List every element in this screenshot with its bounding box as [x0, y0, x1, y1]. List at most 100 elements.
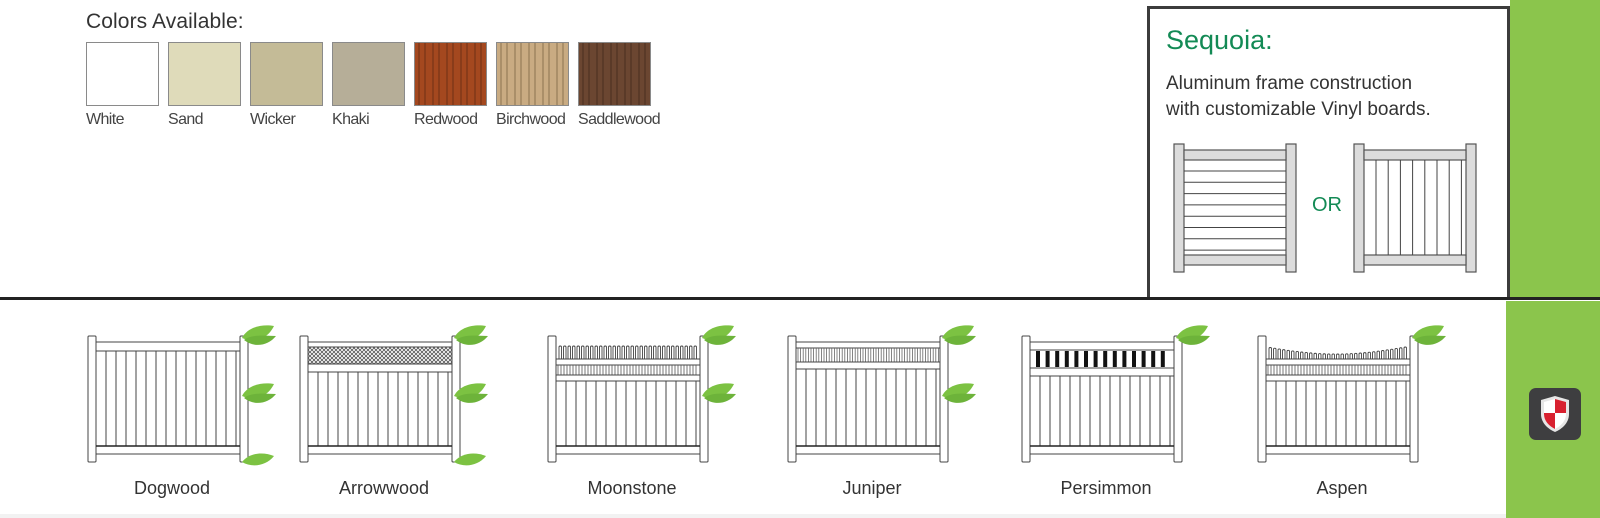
- picket: [558, 345, 562, 361]
- fence-style-persimmon[interactable]: Persimmon: [1016, 320, 1216, 510]
- bottom-rail: [1265, 445, 1411, 455]
- leaf-icon: [1176, 325, 1210, 345]
- fence-style-moonstone[interactable]: Moonstone: [542, 320, 742, 510]
- color-swatch-khaki: [332, 42, 405, 106]
- mid-rail: [555, 374, 701, 382]
- fence-style-label: Persimmon: [1060, 478, 1152, 498]
- picket: [572, 345, 576, 361]
- shield-badge-button[interactable]: [1529, 388, 1581, 440]
- fence-illustration: [1021, 325, 1210, 463]
- bottom-rail: [795, 445, 941, 455]
- picket: [603, 345, 607, 361]
- top-rail: [1029, 341, 1175, 351]
- picket: [671, 345, 675, 361]
- fence-style-arrowwood[interactable]: Arrowwood: [294, 320, 494, 510]
- fence-styles-row: Dogwood Arrowwood Moonstone Juniper Persimmo…: [0, 320, 1506, 510]
- picket: [657, 345, 661, 361]
- mid-rail: [1265, 358, 1411, 366]
- fence-style-aspen[interactable]: Aspen: [1252, 320, 1452, 510]
- color-swatch-redwood: [414, 42, 487, 106]
- color-swatch-label: Sand: [168, 111, 204, 128]
- picket: [689, 345, 693, 361]
- mid-rail: [307, 363, 453, 373]
- color-swatches: White Sand Wicker Khaki Redwood Birchwood Sadd…: [86, 42, 661, 129]
- color-swatch-item: White: [86, 42, 168, 129]
- picket: [1399, 347, 1403, 361]
- post: [787, 335, 797, 463]
- picket: [1268, 347, 1272, 361]
- fence-style-label: Dogwood: [133, 478, 211, 498]
- picket: [666, 345, 670, 361]
- color-swatch-label: Redwood: [414, 111, 478, 128]
- post: [1021, 335, 1031, 463]
- color-swatch-sand: [168, 42, 241, 106]
- color-swatch-label: Birchwood: [496, 111, 566, 128]
- sequoia-title: Sequoia:: [1166, 25, 1273, 55]
- fence-style-dogwood[interactable]: Dogwood: [82, 320, 282, 510]
- mid-rail: [795, 361, 941, 370]
- fence-illustration: [787, 325, 976, 463]
- leaf-icon: [702, 325, 736, 345]
- bottom-rail: [555, 445, 701, 455]
- picket: [581, 345, 585, 361]
- picket: [662, 345, 666, 361]
- fence-style-label: Aspen: [1316, 478, 1368, 498]
- color-swatch-label: Saddlewood: [578, 111, 661, 128]
- fence-style-label: Juniper: [842, 478, 902, 498]
- color-swatch-item: Sand: [168, 42, 250, 129]
- leaf-icon: [454, 325, 488, 345]
- picket: [680, 345, 684, 361]
- baluster: [1122, 351, 1127, 367]
- picket: [621, 345, 625, 361]
- shield-badge-icon: [1541, 396, 1569, 432]
- picket: [1385, 349, 1389, 361]
- baluster: [1084, 351, 1088, 367]
- top-rail: [307, 341, 453, 348]
- color-swatch-item: Birchwood: [496, 42, 578, 129]
- fence-style-juniper[interactable]: Juniper: [782, 320, 982, 510]
- picket: [1394, 348, 1398, 361]
- lattice-panel: [307, 346, 453, 365]
- top-rail: [1363, 149, 1467, 161]
- baluster: [1132, 351, 1136, 367]
- color-swatch-item: Redwood: [414, 42, 496, 129]
- bottom-rail: [95, 445, 241, 455]
- bottom-rail: [1363, 254, 1467, 266]
- sequoia-description-line1: Aluminum frame construction: [1166, 73, 1413, 94]
- bottom-rail: [1183, 254, 1287, 266]
- picket: [626, 345, 630, 361]
- picket: [630, 345, 634, 361]
- color-swatch-birchwood: [496, 42, 569, 106]
- picket: [590, 345, 594, 361]
- sequoia-horizontal-boards-figure: [1173, 143, 1297, 273]
- color-swatch-item: Saddlewood: [578, 42, 661, 129]
- baluster: [1141, 351, 1146, 367]
- post: [1173, 335, 1183, 463]
- leaf-icon: [942, 325, 976, 345]
- bottom-rail: [307, 445, 453, 455]
- picket: [1403, 346, 1407, 361]
- top-section: Colors Available: White Sand Wicker Khaki Re…: [0, 0, 1600, 300]
- leaf-icon: [242, 325, 276, 345]
- baluster: [1036, 351, 1040, 367]
- baluster: [1103, 351, 1108, 367]
- picket: [1390, 348, 1394, 361]
- baluster: [1074, 351, 1079, 367]
- top-rail: [1183, 149, 1287, 161]
- post: [547, 335, 557, 463]
- fence-illustration: [1257, 325, 1446, 463]
- picket: [684, 345, 688, 361]
- fence-illustration: [547, 325, 736, 463]
- top-rail: [95, 341, 241, 352]
- picket: [653, 345, 657, 361]
- fence-style-label: Moonstone: [587, 478, 677, 498]
- picket: [612, 345, 616, 361]
- color-swatch-item: Wicker: [250, 42, 332, 129]
- picket: [644, 345, 648, 361]
- baluster: [1112, 351, 1117, 367]
- picket: [648, 345, 652, 361]
- mid-rail: [555, 358, 701, 366]
- post: [1257, 335, 1267, 463]
- picket: [1273, 347, 1277, 361]
- picket: [576, 345, 580, 361]
